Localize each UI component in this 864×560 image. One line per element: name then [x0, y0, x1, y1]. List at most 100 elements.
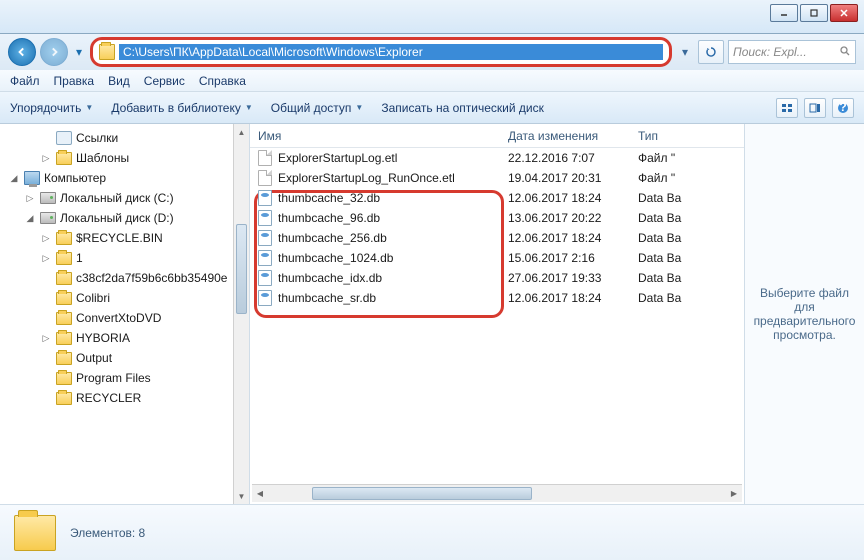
- tree-label: Output: [76, 351, 112, 365]
- file-row[interactable]: thumbcache_1024.db15.06.2017 2:16Data Ba: [250, 248, 744, 268]
- tree-label: Компьютер: [44, 171, 106, 185]
- folder-icon: [56, 352, 72, 365]
- tree-label: c38cf2da7f59b6c6bb35490e: [76, 271, 227, 285]
- preview-pane: Выберите файл для предварительного просм…: [744, 124, 864, 504]
- scroll-thumb[interactable]: [236, 224, 247, 314]
- tree-item[interactable]: ◢ Компьютер: [0, 168, 249, 188]
- file-name: thumbcache_96.db: [278, 211, 380, 225]
- file-row[interactable]: thumbcache_256.db12.06.2017 18:24Data Ba: [250, 228, 744, 248]
- database-file-icon: [258, 290, 272, 306]
- file-hscrollbar[interactable]: ◀ ▶: [252, 484, 742, 502]
- menu-help[interactable]: Справка: [199, 74, 246, 88]
- scroll-down-icon[interactable]: ▼: [234, 488, 249, 504]
- history-dropdown[interactable]: ▾: [72, 38, 86, 66]
- tree-twist-icon[interactable]: ◢: [8, 173, 20, 184]
- address-bar[interactable]: C:\Users\ПК\AppData\Local\Microsoft\Wind…: [119, 44, 663, 60]
- toolbar-add-library[interactable]: Добавить в библиотеку▼: [111, 101, 252, 115]
- tree-twist-icon[interactable]: ◢: [24, 213, 36, 224]
- file-type: Data Ba: [630, 291, 700, 305]
- file-row[interactable]: thumbcache_96.db13.06.2017 20:22Data Ba: [250, 208, 744, 228]
- folder-icon: [99, 44, 115, 60]
- file-row[interactable]: thumbcache_sr.db12.06.2017 18:24Data Ba: [250, 288, 744, 308]
- file-date: 13.06.2017 20:22: [500, 211, 630, 225]
- database-file-icon: [258, 190, 272, 206]
- tree-label: Локальный диск (D:): [60, 211, 174, 225]
- titlebar[interactable]: [0, 0, 864, 34]
- maximize-button[interactable]: [800, 4, 828, 22]
- toolbar-share[interactable]: Общий доступ▼: [271, 101, 364, 115]
- preview-pane-toggle-icon[interactable]: [804, 98, 826, 118]
- folder-icon: [56, 372, 72, 385]
- folder-icon: [56, 312, 72, 325]
- tree-item[interactable]: Output: [0, 348, 249, 368]
- tree-item[interactable]: ConvertXtoDVD: [0, 308, 249, 328]
- tree-twist-icon[interactable]: ▷: [40, 233, 52, 244]
- tree-scrollbar[interactable]: ▲ ▼: [233, 124, 249, 504]
- tree-label: Colibri: [76, 291, 110, 305]
- tree-label: Ссылки: [76, 131, 118, 145]
- tree-item[interactable]: RECYCLER: [0, 388, 249, 408]
- explorer-window: ▾ C:\Users\ПК\AppData\Local\Microsoft\Wi…: [0, 0, 864, 560]
- minimize-button[interactable]: [770, 4, 798, 22]
- search-box[interactable]: Поиск: Expl...: [728, 40, 856, 64]
- tree-item[interactable]: ◢ Локальный диск (D:): [0, 208, 249, 228]
- forward-button[interactable]: [40, 38, 68, 66]
- tree-item[interactable]: ▷ $RECYCLE.BIN: [0, 228, 249, 248]
- tree-twist-icon[interactable]: ▷: [24, 193, 36, 204]
- column-date[interactable]: Дата изменения: [500, 129, 630, 143]
- search-placeholder: Поиск: Expl...: [733, 45, 835, 59]
- tree-twist-icon[interactable]: ▷: [40, 153, 52, 164]
- help-icon[interactable]: ?: [832, 98, 854, 118]
- tree-item[interactable]: c38cf2da7f59b6c6bb35490e: [0, 268, 249, 288]
- file-rows[interactable]: ExplorerStartupLog.etl22.12.2016 7:07Фай…: [250, 148, 744, 484]
- tree-label: $RECYCLE.BIN: [76, 231, 163, 245]
- tree-twist-icon[interactable]: ▷: [40, 253, 52, 264]
- file-row[interactable]: ExplorerStartupLog.etl22.12.2016 7:07Фай…: [250, 148, 744, 168]
- hscroll-thumb[interactable]: [312, 487, 532, 500]
- file-name: thumbcache_256.db: [278, 231, 387, 245]
- folder-tree[interactable]: Ссылки▷Шаблоны◢Компьютер▷Локальный диск …: [0, 124, 250, 504]
- menu-view[interactable]: Вид: [108, 74, 130, 88]
- back-button[interactable]: [8, 38, 36, 66]
- file-type: Data Ba: [630, 231, 700, 245]
- tree-label: 1: [76, 251, 83, 265]
- tree-label: HYBORIA: [76, 331, 130, 345]
- column-name[interactable]: Имя: [250, 129, 500, 143]
- toolbar-burn[interactable]: Записать на оптический диск: [381, 101, 544, 115]
- search-icon: [839, 45, 851, 60]
- tree-item[interactable]: ▷ HYBORIA: [0, 328, 249, 348]
- file-name: thumbcache_sr.db: [278, 291, 376, 305]
- menu-edit[interactable]: Правка: [54, 74, 95, 88]
- file-row[interactable]: ExplorerStartupLog_RunOnce.etl19.04.2017…: [250, 168, 744, 188]
- tree-twist-icon[interactable]: ▷: [40, 333, 52, 344]
- file-date: 27.06.2017 19:33: [500, 271, 630, 285]
- toolbar-organize[interactable]: Упорядочить▼: [10, 101, 93, 115]
- file-type: Data Ba: [630, 251, 700, 265]
- address-dropdown[interactable]: ▾: [676, 45, 694, 59]
- view-options-icon[interactable]: [776, 98, 798, 118]
- tree-item[interactable]: Colibri: [0, 288, 249, 308]
- tree-item[interactable]: ▷1: [0, 248, 249, 268]
- tree-item[interactable]: ▷Локальный диск (C:): [0, 188, 249, 208]
- comp-icon: [24, 171, 40, 185]
- file-type: Data Ba: [630, 271, 700, 285]
- tree-item[interactable]: Program Files: [0, 368, 249, 388]
- scroll-up-icon[interactable]: ▲: [234, 124, 249, 140]
- file-name: ExplorerStartupLog.etl: [278, 151, 397, 165]
- file-type: Data Ba: [630, 191, 700, 205]
- folder-icon: [56, 272, 72, 285]
- folder-icon: [56, 152, 72, 165]
- scroll-right-icon[interactable]: ▶: [726, 485, 742, 502]
- close-button[interactable]: [830, 4, 858, 22]
- tree-item[interactable]: Ссылки: [0, 128, 249, 148]
- status-text: Элементов: 8: [70, 526, 145, 540]
- file-row[interactable]: thumbcache_idx.db27.06.2017 19:33Data Ba: [250, 268, 744, 288]
- menu-tools[interactable]: Сервис: [144, 74, 185, 88]
- refresh-button[interactable]: [698, 40, 724, 64]
- file-row[interactable]: thumbcache_32.db12.06.2017 18:24Data Ba: [250, 188, 744, 208]
- tree-label: RECYCLER: [76, 391, 141, 405]
- column-type[interactable]: Тип: [630, 129, 700, 143]
- scroll-left-icon[interactable]: ◀: [252, 485, 268, 502]
- tree-item[interactable]: ▷Шаблоны: [0, 148, 249, 168]
- menu-file[interactable]: Файл: [10, 74, 40, 88]
